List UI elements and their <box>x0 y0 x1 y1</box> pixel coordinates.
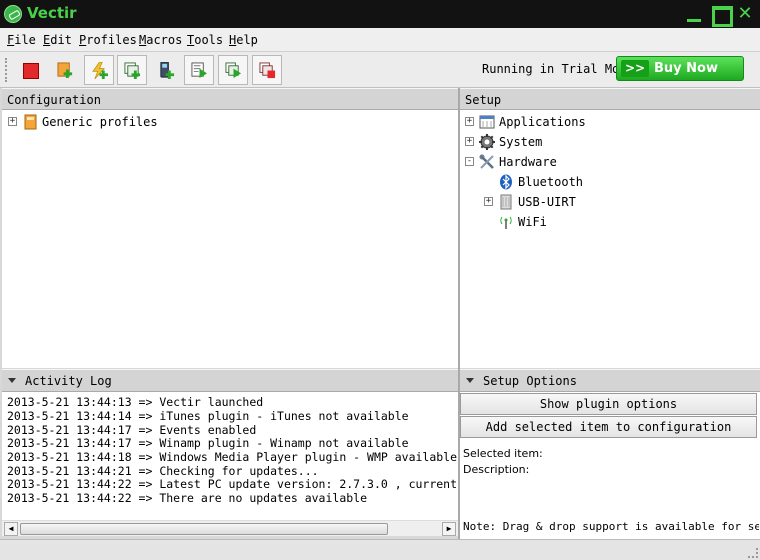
tree-label: WiFi <box>518 215 547 229</box>
tree-item-bluetooth[interactable]: Bluetooth <box>460 174 760 192</box>
scroll-right-icon[interactable]: ▶ <box>442 522 456 536</box>
menu-file[interactable]: File <box>7 33 36 47</box>
double-chevron-right-icon: >> <box>621 60 649 77</box>
run-macro-icon <box>225 62 242 79</box>
run-macro-button[interactable] <box>218 55 248 85</box>
stop-button[interactable] <box>15 55 45 85</box>
scroll-left-icon[interactable]: ◀ <box>4 522 18 536</box>
log-line: 2013-5-21 13:44:22 => There are no updat… <box>7 491 368 505</box>
expand-icon[interactable]: + <box>465 117 474 126</box>
bluetooth-icon <box>500 174 512 190</box>
add-macro-icon <box>124 62 141 79</box>
tree-item-hardware[interactable]: - Hardware <box>460 154 760 172</box>
configuration-header: Configuration <box>2 88 458 110</box>
tree-item-system[interactable]: + System <box>460 134 760 152</box>
stop-macro-icon <box>259 62 276 79</box>
maximize-button[interactable] <box>710 5 733 27</box>
menu-edit[interactable]: Edit <box>43 33 72 47</box>
log-line: 2013-5-21 13:44:18 => Windows Media Play… <box>7 450 458 464</box>
selected-item-label: Selected item: <box>463 447 543 460</box>
stop-icon <box>23 63 39 79</box>
log-line: 2013-5-21 13:44:13 => Vectir launched <box>7 395 264 409</box>
add-profile-icon <box>57 62 73 79</box>
expand-icon[interactable]: + <box>8 117 17 126</box>
buy-now-button[interactable]: >> Buy Now <box>616 56 744 81</box>
buy-now-label: Buy Now <box>654 61 718 76</box>
setup-options-title: Setup Options <box>483 374 577 388</box>
minimize-button[interactable] <box>684 5 704 23</box>
setup-title: Setup <box>465 93 502 107</box>
log-line: 2013-5-21 13:44:17 => Events enabled <box>7 423 257 437</box>
tree-label: System <box>499 135 543 149</box>
add-to-configuration-button[interactable]: Add selected item to configuration <box>460 416 757 438</box>
setup-options-header[interactable]: Setup Options <box>460 369 760 392</box>
add-device-icon <box>160 62 175 79</box>
activity-log-header[interactable]: Activity Log <box>2 369 458 392</box>
menu-profiles[interactable]: Profiles <box>79 33 137 47</box>
profile-folder-icon <box>24 114 37 130</box>
setup-header: Setup <box>460 88 760 110</box>
trial-mode-label: Running in Trial Mode <box>482 62 634 76</box>
log-line: 2013-5-21 13:44:14 => iTunes plugin - iT… <box>7 409 409 423</box>
tree-label: USB-UIRT <box>518 195 576 209</box>
applications-icon <box>479 115 495 129</box>
drag-drop-note: Note: Drag & drop support is available f… <box>463 520 759 533</box>
vectir-logo-icon <box>4 5 22 23</box>
chevron-down-icon <box>8 378 16 383</box>
toolbar-grip[interactable] <box>5 58 8 82</box>
expand-icon[interactable]: + <box>484 197 493 206</box>
tree-label: Applications <box>499 115 586 129</box>
tree-item-usb-uirt[interactable]: + USB-UIRT <box>460 194 760 212</box>
add-device-button[interactable] <box>151 55 181 85</box>
tree-label: Hardware <box>499 155 557 169</box>
system-gear-icon <box>479 134 495 150</box>
menu-tools[interactable]: Tools <box>187 33 223 47</box>
menu-help[interactable]: Help <box>229 33 258 47</box>
status-bar <box>0 539 760 560</box>
configuration-title: Configuration <box>7 93 101 107</box>
toolbar: Running in Trial Mode >> Buy Now <box>0 52 760 88</box>
add-macro-button[interactable] <box>117 55 147 85</box>
add-profile-button[interactable] <box>50 55 80 85</box>
scrollbar-thumb[interactable] <box>20 523 388 535</box>
expand-icon[interactable]: + <box>465 137 474 146</box>
add-event-button[interactable] <box>84 55 114 85</box>
hardware-tools-icon <box>479 154 494 169</box>
wifi-icon <box>500 216 512 229</box>
add-event-icon <box>92 62 108 79</box>
description-label: Description: <box>463 463 530 476</box>
menu-bar: File Edit Profiles Macros Tools Help <box>0 28 760 52</box>
stop-macro-button[interactable] <box>252 55 282 85</box>
setup-panel: Setup + Applications + System - Hardware… <box>460 88 760 368</box>
log-line: 2013-5-21 13:44:22 => Latest PC update v… <box>7 477 458 491</box>
close-button[interactable]: ✕ <box>735 5 755 23</box>
activity-log-title: Activity Log <box>25 374 112 388</box>
tree-item-generic-profiles[interactable]: + Generic profiles <box>2 114 458 132</box>
configuration-panel: Configuration + Generic profiles <box>2 88 458 368</box>
tree-item-wifi[interactable]: WiFi <box>460 214 760 232</box>
activity-log: 2013-5-21 13:44:13 => Vectir launched 20… <box>2 392 458 536</box>
log-line: 2013-5-21 13:44:17 => Winamp plugin - Wi… <box>7 436 409 450</box>
log-line: 2013-5-21 13:44:21 => Checking for updat… <box>7 464 319 478</box>
tree-label: Generic profiles <box>42 115 158 129</box>
usb-uirt-icon <box>500 194 512 210</box>
title-bar: Vectir ✕ <box>0 0 760 28</box>
play-button[interactable] <box>184 55 214 85</box>
tree-item-applications[interactable]: + Applications <box>460 114 760 132</box>
horizontal-scrollbar[interactable]: ◀ ▶ <box>2 520 458 536</box>
resize-grip-icon[interactable] <box>748 548 758 558</box>
play-icon <box>191 62 208 79</box>
collapse-icon[interactable]: - <box>465 157 474 166</box>
window-title: Vectir <box>27 4 77 22</box>
chevron-down-icon <box>466 378 474 383</box>
tree-label: Bluetooth <box>518 175 584 189</box>
menu-macros[interactable]: Macros <box>139 33 182 47</box>
show-plugin-options-button[interactable]: Show plugin options <box>460 393 757 415</box>
